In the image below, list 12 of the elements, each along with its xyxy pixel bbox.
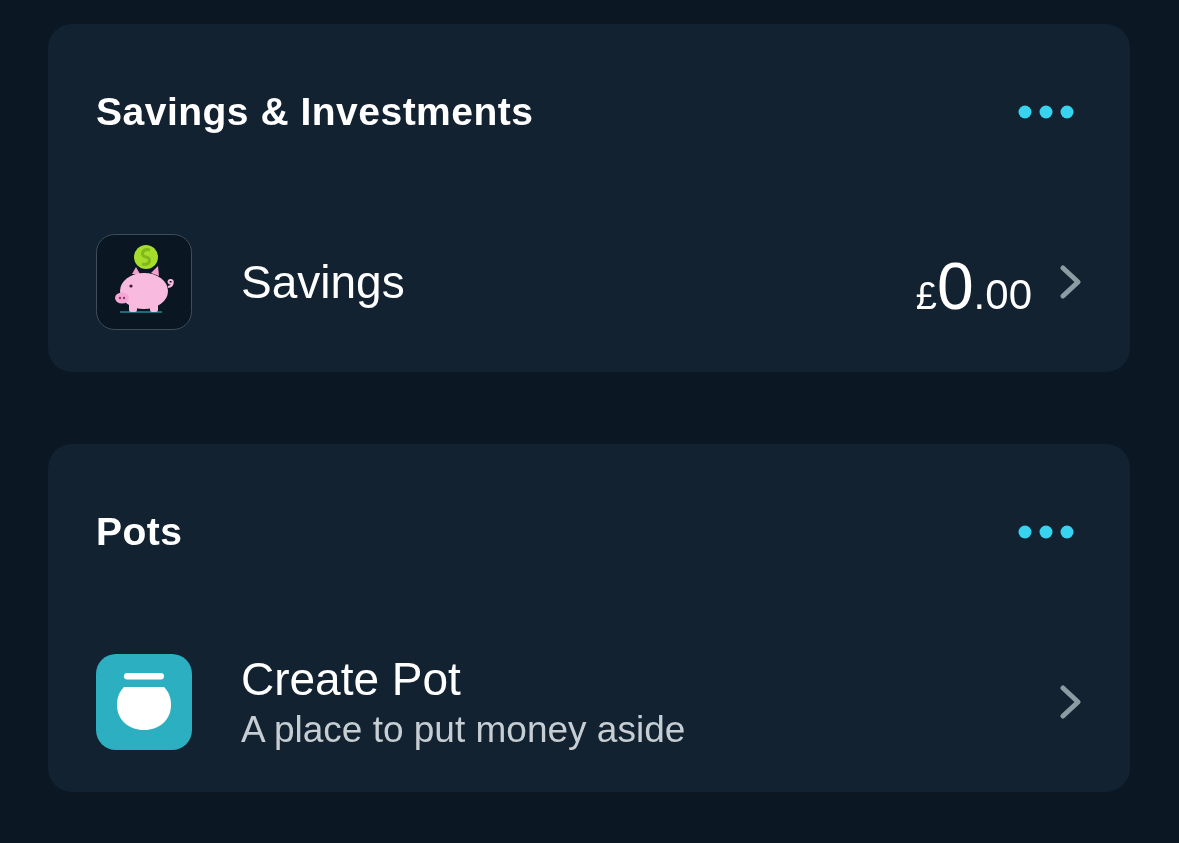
item-label[interactable]: Savings [241, 257, 405, 307]
section-title: Pots [96, 510, 183, 554]
chevron-icon[interactable] [1060, 685, 1082, 719]
item-subtitle: A place to put money aside [241, 710, 686, 750]
piggy-bank-icon[interactable] [96, 234, 192, 330]
chevron-icon[interactable] [1060, 265, 1082, 299]
section-title: Savings & Investments [96, 90, 534, 134]
item-label[interactable]: Create Pot [241, 654, 461, 704]
pot-icon[interactable] [96, 654, 192, 750]
balance-amount: £0.00 [915, 253, 1032, 319]
more-icon[interactable] [1018, 105, 1074, 119]
more-icon[interactable] [1018, 525, 1074, 539]
